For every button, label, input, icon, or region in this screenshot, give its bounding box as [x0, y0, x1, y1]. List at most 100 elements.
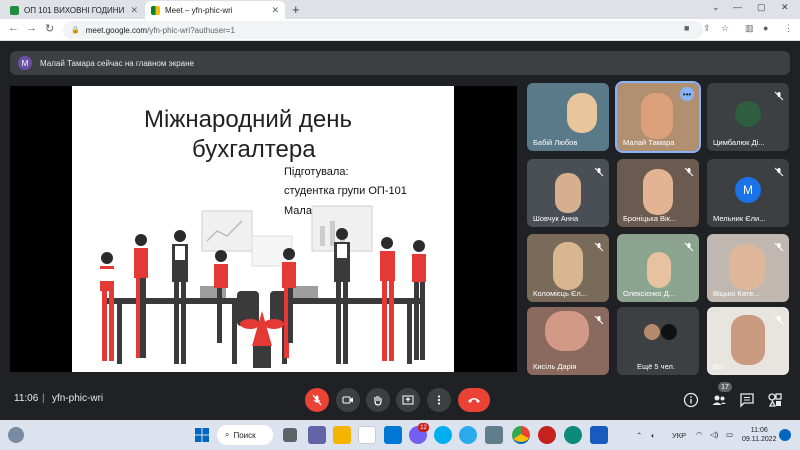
windows-logo-icon	[195, 428, 209, 442]
participant-tile[interactable]: Олексієнко Д...	[617, 234, 699, 302]
participant-tile[interactable]: Шовчук Анна	[527, 159, 609, 227]
mic-off-icon	[774, 239, 784, 252]
presenting-banner: М Малай Тамара сейчас на главном экране	[10, 51, 790, 75]
windows-taskbar: ⌕ Поиск 12 ⌃ ◐ УКР ◠ ◁) ▭ 11:06 09.11.20…	[0, 420, 800, 450]
edge-icon[interactable]	[564, 426, 582, 444]
mic-off-icon	[312, 394, 322, 406]
shapes-icon	[768, 393, 782, 407]
participant-name: Цимбалюк Ді...	[713, 138, 765, 147]
participant-tile-self[interactable]: Вы	[707, 307, 789, 375]
browser-menu-icon[interactable]: ⋮	[784, 23, 793, 34]
participant-name: Броніцька Вік...	[623, 214, 677, 223]
tray-app-icon[interactable]: ◐	[651, 431, 656, 440]
participant-tile[interactable]: Броніцька Вік...	[617, 159, 699, 227]
google-meet-icon	[151, 5, 160, 15]
mic-off-icon	[594, 312, 604, 325]
tab-vykhovni-hodyny[interactable]: ОП 101 ВИХОВНІ ГОДИНИ ✕	[4, 1, 144, 19]
reload-icon[interactable]: ↻	[45, 22, 54, 35]
presenter-avatar: М	[18, 56, 32, 70]
meeting-details-button[interactable]	[682, 391, 700, 409]
participant-avatar: М	[735, 177, 761, 203]
close-window-icon[interactable]: ✕	[781, 2, 789, 13]
more-options-button[interactable]	[427, 388, 451, 412]
people-button[interactable]	[710, 391, 728, 409]
side-panel-icon[interactable]: ▥	[745, 23, 754, 34]
participant-video	[545, 311, 589, 351]
close-tab-icon[interactable]: ✕	[130, 5, 138, 16]
participant-tile[interactable]: Кисіль Дарія	[527, 307, 609, 375]
tab-title: Meet – yfn-phic-wri	[165, 5, 233, 15]
back-icon[interactable]: ←	[8, 22, 19, 34]
mic-off-icon	[774, 164, 784, 177]
forward-icon[interactable]: →	[26, 22, 37, 34]
weather-icon[interactable]	[8, 427, 24, 443]
participant-name: Кисіль Дарія	[533, 362, 577, 371]
clock-time: 11:06	[750, 427, 768, 434]
leave-call-button[interactable]	[458, 388, 490, 412]
tab-search-icon[interactable]: ⌄	[712, 2, 720, 13]
new-tab-icon[interactable]: +	[292, 2, 300, 17]
participant-tile[interactable]: М Мельник Єли...	[707, 159, 789, 227]
recorder-icon[interactable]	[538, 426, 556, 444]
start-button[interactable]	[193, 426, 211, 444]
volume-icon[interactable]: ◁)	[710, 430, 718, 439]
profile-avatar[interactable]: ●	[763, 23, 768, 33]
participant-name: Шовчук Анна	[533, 214, 579, 223]
participant-video	[567, 93, 597, 133]
url-field[interactable]: 🔒 meet.google.com/yfn-phic-wri?authuser=…	[63, 21, 703, 39]
participant-name: Мельник Єли...	[713, 214, 766, 223]
hand-icon	[374, 396, 382, 406]
google-classroom-icon	[10, 5, 19, 15]
more-vertical-icon	[437, 395, 441, 405]
search-icon: ⌕	[225, 430, 230, 439]
close-tab-icon[interactable]: ✕	[271, 5, 279, 16]
present-screen-icon	[402, 395, 414, 405]
tray-overflow-icon[interactable]: ⌃	[636, 431, 642, 440]
mic-toggle-button[interactable]	[305, 388, 329, 412]
participant-tile[interactable]: Цимбалюк Ді...	[707, 83, 789, 151]
task-view-icon[interactable]	[283, 428, 297, 442]
photos-icon[interactable]	[485, 426, 503, 444]
minimize-icon[interactable]: —	[733, 2, 742, 12]
store-icon[interactable]	[358, 426, 376, 444]
activities-button[interactable]	[766, 391, 784, 409]
telegram-icon[interactable]	[459, 426, 477, 444]
participant-tile[interactable]: Коломієць Єл...	[527, 234, 609, 302]
participant-tile-others[interactable]: Ещё 5 чел.	[617, 307, 699, 375]
search-label: Поиск	[233, 430, 256, 440]
share-icon[interactable]: ⇪	[703, 23, 711, 34]
participant-name: Бабій Любов	[533, 138, 578, 147]
camera-icon	[342, 396, 353, 404]
wifi-icon[interactable]: ◠	[696, 430, 703, 439]
url-path: /yfn-phic-wri?authuser=1	[147, 25, 235, 35]
teams-icon[interactable]	[308, 426, 326, 444]
present-now-button[interactable]	[396, 388, 420, 412]
tab-meet[interactable]: Meet – yfn-phic-wri ✕	[145, 1, 285, 19]
hang-up-icon	[468, 398, 480, 403]
keyboard-language[interactable]: УКР	[672, 431, 686, 440]
participant-tile[interactable]: Бабій Любов	[527, 83, 609, 151]
participant-name: Віцько Кате...	[713, 289, 760, 298]
participant-tile[interactable]: ••• Малай Тамара	[615, 81, 701, 153]
camera-toggle-button[interactable]	[336, 388, 360, 412]
participant-tile[interactable]: Віцько Кате...	[707, 234, 789, 302]
chat-button[interactable]	[738, 391, 756, 409]
mail-icon[interactable]	[384, 426, 402, 444]
skype-icon[interactable]	[434, 426, 452, 444]
raise-hand-button[interactable]	[366, 388, 390, 412]
more-options-icon[interactable]: •••	[680, 87, 694, 101]
taskbar-clock[interactable]: 11:06 09.11.2022	[742, 426, 777, 444]
camera-in-use-icon[interactable]: ■	[684, 23, 689, 33]
notification-center-icon[interactable]	[779, 429, 791, 441]
chrome-icon[interactable]	[512, 426, 530, 444]
participant-video	[555, 173, 581, 213]
maximize-icon[interactable]: ▢	[757, 2, 766, 13]
word-icon[interactable]	[590, 426, 608, 444]
bookmark-star-icon[interactable]: ☆	[721, 23, 729, 34]
taskbar-search[interactable]: ⌕ Поиск	[217, 425, 273, 445]
lock-icon[interactable]: 🔒	[71, 26, 80, 34]
participant-name: Вы	[713, 362, 724, 371]
file-explorer-icon[interactable]	[333, 426, 351, 444]
url-host: meet.google.com	[85, 25, 148, 35]
battery-icon[interactable]: ▭	[726, 430, 733, 439]
